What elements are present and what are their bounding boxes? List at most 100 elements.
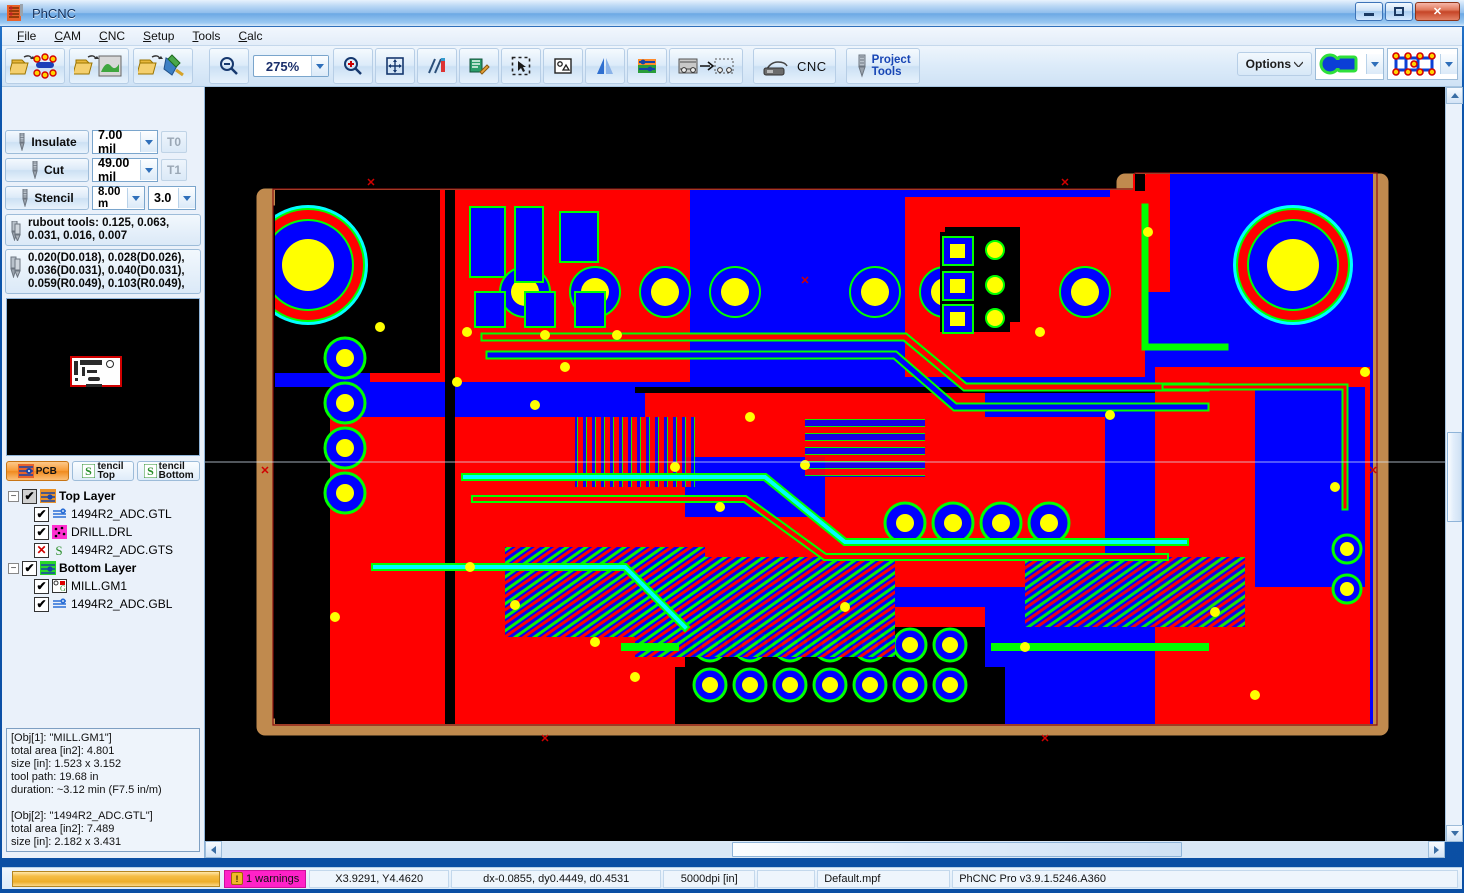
tree-node-gm1[interactable]: ✔ G MILL.GM1 [8,577,204,595]
svg-text:✕: ✕ [540,733,549,745]
scroll-left-button[interactable] [205,841,222,858]
scroll-right-button[interactable] [1428,841,1445,858]
zoom-fit-button[interactable] [375,48,415,84]
maximize-button[interactable] [1385,2,1413,21]
horizontal-scroll-thumb[interactable] [732,842,1182,857]
menu-item-tools[interactable]: Tools [183,28,229,44]
tree-node-gts[interactable]: ✕ S 1494R2_ADC.GTS [8,541,204,559]
drl-checkbox[interactable]: ✔ [34,525,49,540]
chevron-down-icon[interactable] [1440,54,1457,74]
pcb-canvas[interactable]: ✕ ✕ ✕ ✕ ✕ ✕ ✕ [205,87,1445,842]
gm1-checkbox[interactable]: ✔ [34,579,49,594]
open-drill-button[interactable] [133,48,193,84]
board-preview[interactable] [6,298,200,456]
gbl-checkbox[interactable]: ✔ [34,597,49,612]
drill-tools-info[interactable]: 0.020(D0.018), 0.028(D0.026), 0.036(D0.0… [5,249,201,294]
insulate-width-combo[interactable]: 7.00 mil [92,130,158,154]
options-button[interactable]: Options [1237,52,1312,76]
options-label: Options [1246,57,1291,71]
menu-item-cam[interactable]: CAM [45,28,90,44]
scroll-up-button[interactable] [1446,87,1463,104]
canvas-vertical-scrollbar[interactable] [1445,87,1462,842]
tab-pcb[interactable]: PCB [6,461,69,481]
net-preview-box[interactable] [1387,48,1458,80]
collapse-icon[interactable]: − [8,491,19,502]
svg-text:✕: ✕ [1060,177,1069,189]
stencil-icon: S [144,464,157,478]
mirror-button[interactable] [585,48,625,84]
tree-node-drl[interactable]: ✔ DRILL.DRL [8,523,204,541]
drill-bit-icon [30,161,40,179]
tree-node-gtl[interactable]: ✔ 1494R2_ADC.GTL [8,505,204,523]
canvas-horizontal-scrollbar[interactable] [205,841,1445,858]
drl-label: DRILL.DRL [71,525,132,539]
tree-node-bottom-layer[interactable]: − ✔ Bottom Layer [8,559,204,577]
tree-node-gbl[interactable]: ✔ 1494R2_ADC.GBL [8,595,204,613]
calibrate-button[interactable] [459,48,499,84]
menu-item-cnc[interactable]: CNC [90,28,134,44]
rubout-tools-info[interactable]: rubout tools: 0.125, 0.063, 0.031, 0.016… [5,214,201,246]
mounting-pad-right [1233,205,1353,325]
stencil-factor-combo[interactable]: 3.0 [148,186,196,210]
tab-stencil-top[interactable]: S tencilTop [72,461,135,481]
drill-line-1: 0.020(D0.018), 0.028(D0.026), [28,252,197,265]
bottom-layer-checkbox[interactable]: ✔ [22,561,37,576]
chevron-down-icon[interactable] [1366,54,1383,74]
cut-tool-slot: T1 [161,159,187,181]
zoom-out-button[interactable] [209,48,249,84]
layers-button[interactable] [627,48,667,84]
cut-label: Cut [44,163,64,177]
gts-checkbox[interactable]: ✕ [34,543,49,558]
phcnc-window: PhCNC ✕ File CAM CNC Setup Tools Calc 27… [0,0,1464,893]
gtl-checkbox[interactable]: ✔ [34,507,49,522]
cut-button[interactable]: Cut [5,158,89,182]
pad-preview-box[interactable] [1315,48,1384,80]
insulate-button[interactable]: Insulate [5,130,89,154]
project-tools-button[interactable]: ProjectTools [846,48,920,84]
top-layer-checkbox[interactable]: ✔ [22,489,37,504]
object-info-panel[interactable]: [Obj[1]: "MILL.GM1"] total area [in2]: 4… [6,728,200,852]
drill-bit-icon [17,133,27,151]
vertical-scroll-thumb[interactable] [1447,432,1462,522]
insulate-label: Insulate [31,135,76,149]
chevron-down-icon[interactable] [178,188,195,208]
menu-item-setup[interactable]: Setup [134,28,183,44]
close-button[interactable]: ✕ [1415,2,1460,21]
machine-profile: Default.mpf [817,870,950,888]
tab-stencil-bottom[interactable]: S tencilBottom [137,461,200,481]
gts-label: 1494R2_ADC.GTS [71,543,173,557]
pcb-icon [18,464,34,478]
window-title: PhCNC [32,6,76,21]
cnc-button[interactable]: CNC [753,48,836,84]
chevron-down-icon[interactable] [140,132,157,152]
scroll-down-button[interactable] [1446,825,1463,842]
stencil-button[interactable]: Stencil [5,186,89,210]
svg-text:S: S [147,464,154,478]
insulate-row: Insulate 7.00 mil T0 [5,129,201,155]
measure-button[interactable] [417,48,457,84]
collapse-icon[interactable]: − [8,563,19,574]
menu-item-file[interactable]: File [8,28,45,44]
image-properties-button[interactable] [543,48,583,84]
menu-item-calc[interactable]: Calc [229,28,271,44]
zoom-level-combo[interactable]: 275% [253,55,329,77]
cut-width-combo[interactable]: 49.00 mil [92,158,158,182]
solder-mask-icon: S [52,543,68,558]
drill-line-2: 0.036(D0.031), 0.040(D0.031), [28,265,197,278]
tree-node-top-layer[interactable]: − ✔ Top Layer [8,487,204,505]
open-image-button[interactable] [69,48,129,84]
stencil-width-combo[interactable]: 8.00 m [92,186,145,210]
chevron-down-icon[interactable] [127,188,144,208]
zoom-in-button[interactable] [333,48,373,84]
open-pcb-button[interactable] [5,48,65,84]
gerber-icon [52,597,68,612]
mill-icon: G [52,579,68,594]
chevron-down-icon[interactable] [140,160,157,180]
project-tools-label: ProjectTools [872,54,911,78]
chevron-down-icon[interactable] [311,56,328,76]
convert-button[interactable] [669,48,743,84]
top-layer-label: Top Layer [59,489,115,503]
warnings-indicator[interactable]: ! 1 warnings [224,870,306,888]
select-button[interactable] [501,48,541,84]
minimize-button[interactable] [1355,2,1383,21]
